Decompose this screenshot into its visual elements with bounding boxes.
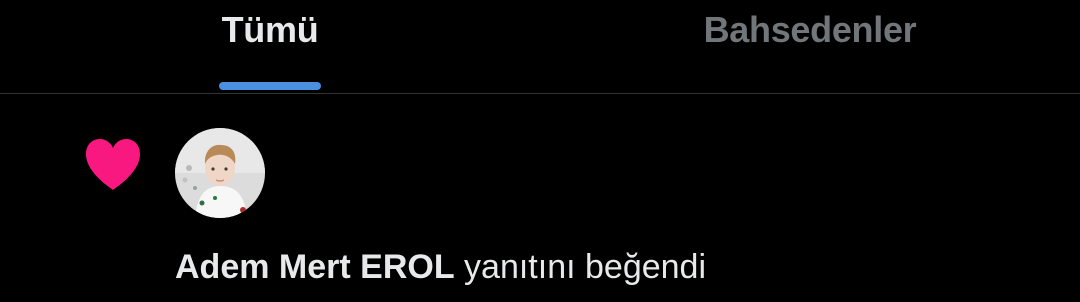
avatar[interactable] [175,128,265,218]
avatar-photo [175,128,265,218]
heart-icon [86,139,140,190]
tab-all[interactable]: Tümü [0,0,540,94]
notification-user-name[interactable]: Adem Mert EROL [175,248,455,286]
tab-mentions-label: Bahsedenler [703,9,917,50]
tab-active-indicator [219,82,321,90]
tab-mentions[interactable]: Bahsedenler [540,0,1080,94]
notification-item[interactable]: Adem Mert EROL yanıtını beğendi [0,94,1080,302]
notification-text: Adem Mert EROL yanıtını beğendi [175,246,706,288]
notification-tabs: Tümü Bahsedenler [0,0,1080,94]
notification-action-text: yanıtını beğendi [464,248,707,286]
